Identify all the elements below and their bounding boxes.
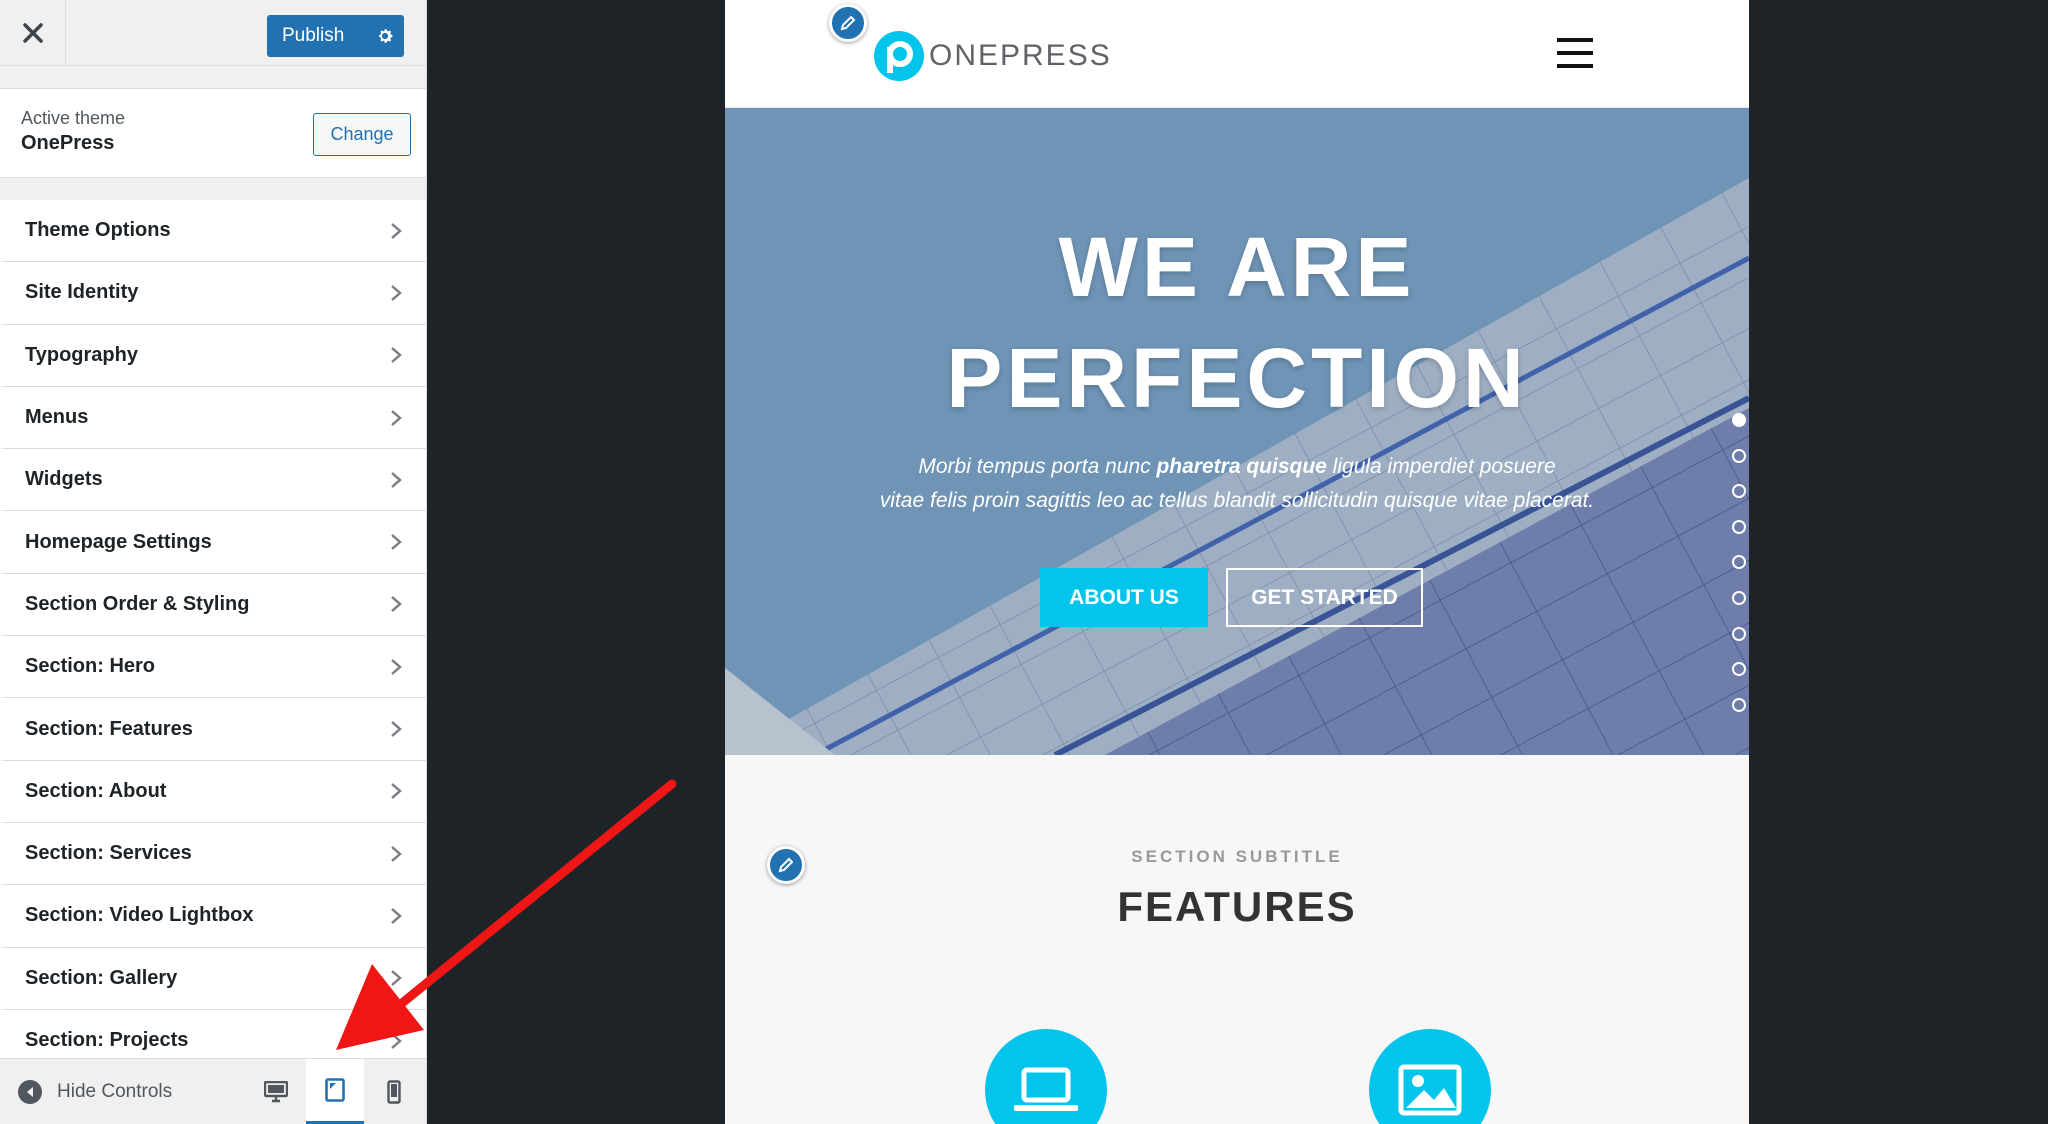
slide-dots: [1732, 413, 1748, 733]
hero-desc-line2: vitae felis proin sagittis leo ac tellus…: [879, 489, 1595, 512]
hero-desc-part2: ligula imperdiet posuere: [1326, 455, 1556, 478]
panel-item-label: Typography: [25, 343, 138, 366]
hero-title-line2: PERFECTION: [946, 331, 1528, 425]
hero-title-line1: WE ARE: [1058, 220, 1416, 314]
tablet-preview-icon[interactable]: [306, 1059, 364, 1124]
chevron-right-icon: [391, 534, 402, 551]
panel-item-label: Section: Gallery: [25, 966, 178, 989]
customizer-sidebar: Publish Active theme OnePress Change The…: [0, 0, 427, 1124]
panel-item[interactable]: Section: Video Lightbox: [0, 885, 426, 948]
logo-text: ONEPRESS: [929, 39, 1112, 72]
laptop-icon: [985, 1029, 1107, 1124]
chevron-right-icon: [391, 1032, 402, 1049]
slide-dot[interactable]: [1732, 413, 1746, 427]
about-us-button[interactable]: ABOUT US: [1040, 568, 1208, 627]
chevron-right-icon: [391, 596, 402, 613]
site-header: ONEPRESS: [725, 0, 1749, 108]
collapse-arrow-icon: [18, 1080, 42, 1104]
panel-item-label: Section: About: [25, 779, 167, 802]
chevron-right-icon: [391, 783, 402, 800]
onepress-logo-icon: [874, 31, 924, 81]
active-theme-name: OnePress: [21, 132, 115, 154]
get-started-button[interactable]: GET STARTED: [1226, 568, 1423, 627]
close-icon[interactable]: [0, 0, 66, 66]
panel-item-label: Widgets: [25, 468, 103, 491]
panel-item[interactable]: Homepage Settings: [0, 511, 426, 574]
panel-item[interactable]: Theme Options: [0, 200, 426, 263]
features-title: FEATURES: [1117, 883, 1357, 930]
slide-dot[interactable]: [1732, 590, 1746, 605]
panel-item-label: Section: Features: [25, 717, 193, 740]
active-theme-panel: Active theme OnePress Change: [0, 88, 426, 178]
customizer-footer: Hide Controls: [0, 1058, 426, 1124]
chevron-right-icon: [391, 347, 402, 364]
edit-features-pencil-icon[interactable]: [767, 846, 805, 884]
panel-item-label: Section: Hero: [25, 655, 156, 678]
mobile-preview-icon[interactable]: [365, 1059, 423, 1124]
chevron-right-icon: [391, 845, 402, 862]
publish-button[interactable]: Publish: [267, 15, 404, 57]
hero-title: WE ARE PERFECTION: [725, 212, 1749, 434]
panel-item-label: Homepage Settings: [25, 530, 212, 553]
hero-section: WE ARE PERFECTION Morbi tempus porta nun…: [725, 108, 1749, 755]
chevron-right-icon: [391, 721, 402, 737]
panel-item[interactable]: Typography: [0, 324, 426, 387]
panel-item[interactable]: Menus: [0, 386, 426, 450]
slide-dot[interactable]: [1732, 448, 1746, 463]
panel-item[interactable]: Section: Services: [0, 822, 426, 886]
customizer-header: Publish: [0, 0, 426, 66]
publish-label: Publish: [282, 25, 345, 46]
slide-dot[interactable]: [1732, 626, 1746, 641]
panel-item-label: Theme Options: [25, 219, 171, 242]
chevron-right-icon: [391, 970, 402, 987]
edit-logo-pencil-icon[interactable]: [829, 4, 867, 42]
panel-item[interactable]: Section: Gallery: [0, 947, 426, 1010]
panel-item[interactable]: Widgets: [0, 449, 426, 512]
panel-item[interactable]: Section: About: [0, 760, 426, 823]
hero-desc-part1: Morbi tempus porta nunc: [918, 455, 1157, 478]
hero-description: Morbi tempus porta nunc pharetra quisque…: [825, 450, 1649, 518]
panel-item-label: Section: Video Lightbox: [25, 904, 254, 927]
panel-item-label: Section Order & Styling: [25, 592, 250, 615]
panel-item-label: Section: Projects: [25, 1029, 189, 1051]
slide-dot[interactable]: [1732, 697, 1746, 712]
gear-icon[interactable]: [365, 15, 404, 57]
panel-item[interactable]: Section Order & Styling: [0, 573, 426, 637]
customizer-panel-list: Theme Options Site Identity Typography Menu…: [0, 200, 426, 1073]
panel-item[interactable]: Section: Hero: [0, 636, 426, 699]
slide-dot[interactable]: [1732, 555, 1746, 570]
chevron-right-icon: [391, 471, 402, 488]
panel-item-label: Section: Services: [25, 842, 192, 865]
hide-controls-label: Hide Controls: [57, 1081, 173, 1102]
panel-item-label: Site Identity: [25, 281, 139, 304]
slide-dot[interactable]: [1732, 484, 1746, 499]
active-theme-caption: Active theme: [21, 108, 126, 128]
hamburger-menu-icon[interactable]: [1557, 38, 1593, 68]
panel-item[interactable]: Section: Features: [0, 698, 426, 761]
slide-dot[interactable]: [1732, 519, 1746, 534]
panel-item-label: Menus: [25, 406, 89, 429]
chevron-right-icon: [391, 222, 402, 239]
panel-item[interactable]: Site Identity: [0, 262, 426, 325]
desktop-preview-icon[interactable]: [247, 1059, 305, 1124]
slide-dot[interactable]: [1732, 662, 1746, 677]
site-preview-frame: ONEPRESS WE ARE PERFECTION Morbi tempus …: [725, 0, 1749, 1124]
hero-desc-bold: pharetra quisque: [1156, 455, 1327, 478]
hide-controls-button[interactable]: Hide Controls: [18, 1059, 172, 1124]
chevron-right-icon: [391, 658, 402, 675]
features-subtitle: SECTION SUBTITLE: [1131, 847, 1343, 866]
image-icon: [1369, 1029, 1491, 1124]
change-theme-button[interactable]: Change: [313, 113, 411, 156]
features-section: SECTION SUBTITLE FEATURES: [725, 755, 1749, 1124]
chevron-right-icon: [391, 908, 402, 924]
chevron-right-icon: [391, 409, 402, 426]
site-logo[interactable]: ONEPRESS: [873, 30, 1112, 82]
chevron-right-icon: [391, 285, 402, 301]
